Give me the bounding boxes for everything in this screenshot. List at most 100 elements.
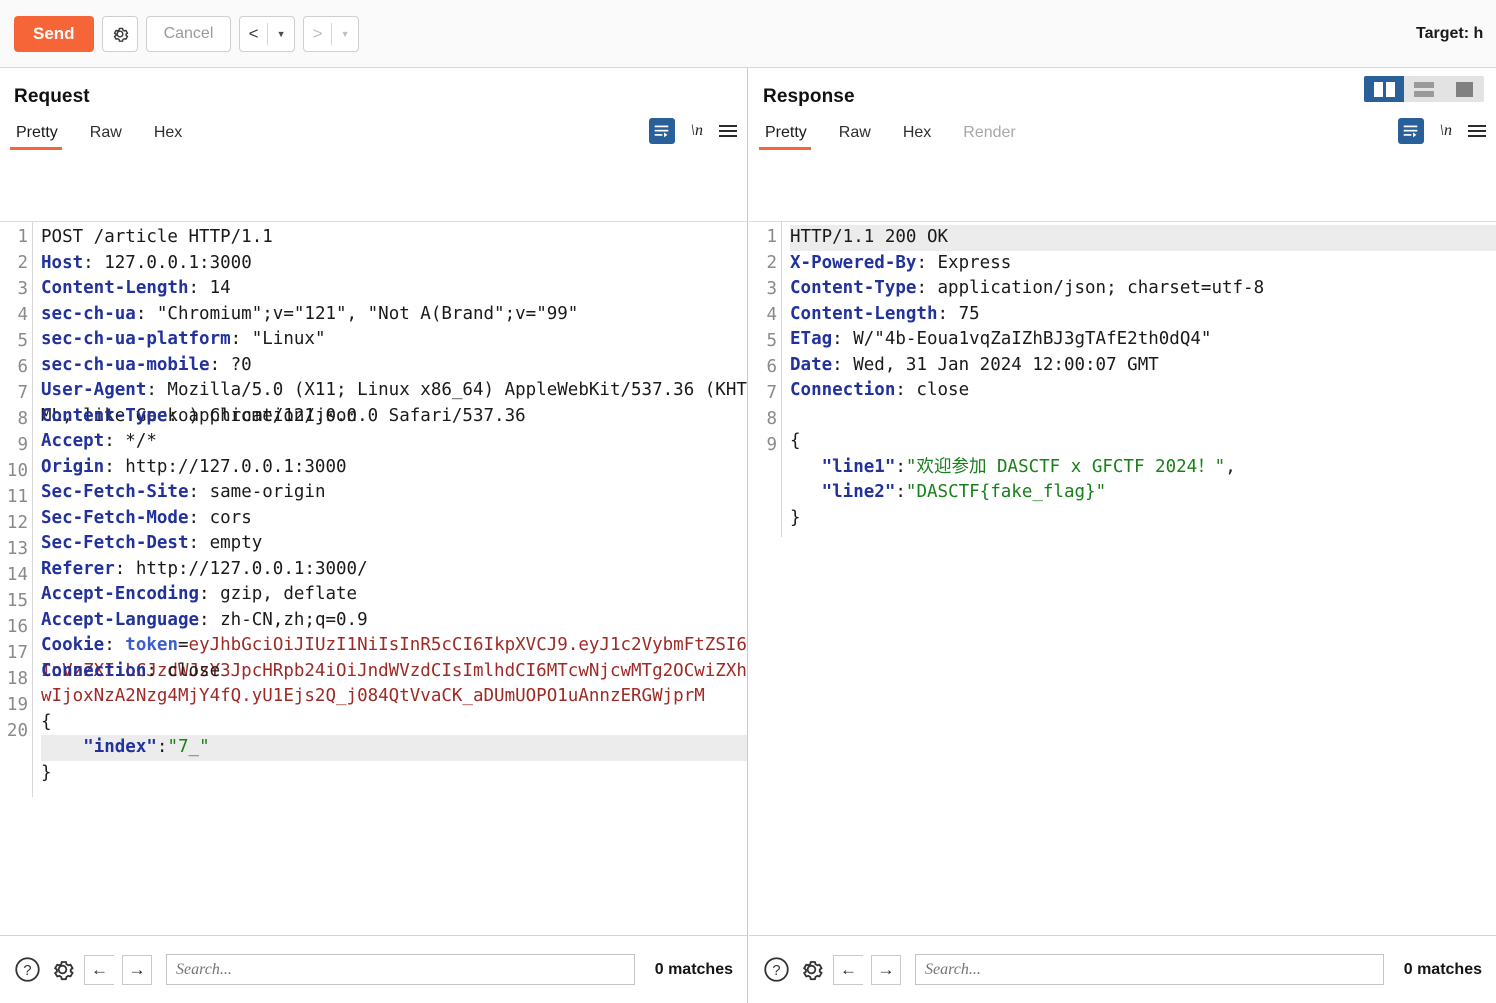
line-number: 1 (17, 227, 28, 247)
line-number: 17 (6, 643, 28, 663)
line-number: 13 (6, 539, 28, 559)
line-number: 3 (766, 279, 777, 299)
gear-icon[interactable] (798, 956, 825, 983)
request-title: Request (14, 86, 90, 107)
layout-side-by-side-button[interactable] (1364, 76, 1404, 102)
send-button[interactable]: Send (14, 15, 94, 52)
word-wrap-icon[interactable] (648, 118, 675, 144)
search-next-button[interactable]: → (871, 954, 901, 985)
response-match-count: 0 matches (1403, 960, 1482, 978)
request-tabbar: Pretty Raw Hex \n (0, 108, 747, 150)
code-line: Content-Length: 75 (790, 303, 980, 324)
prev-arrow-icon: < (248, 23, 259, 43)
response-search-input[interactable] (915, 954, 1384, 985)
line-number: 4 (17, 305, 28, 325)
tab-response-pretty[interactable]: Pretty (759, 118, 820, 150)
line-number (749, 459, 781, 485)
code-line: sec-ch-ua-mobile: ?0 (41, 354, 252, 375)
line-number: 9 (766, 435, 777, 455)
two-rows-icon (1414, 81, 1434, 97)
code-line: } (41, 762, 52, 783)
help-icon[interactable]: ? (14, 956, 41, 983)
request-search-input[interactable] (166, 954, 635, 985)
repeater-toolbar: Send Cancel < ▼ > ▼ Target: h (0, 0, 1496, 68)
layout-toggle-group (1364, 76, 1484, 102)
two-columns-icon (1373, 81, 1395, 97)
line-number: 5 (17, 331, 28, 351)
line-number: 6 (766, 357, 777, 377)
tab-request-pretty[interactable]: Pretty (10, 118, 71, 150)
code-line: User-Agent: Mozilla/5.0 (X11; Linux x86_… (41, 380, 747, 426)
code-line: } (790, 507, 801, 528)
tab-request-hex[interactable]: Hex (152, 118, 195, 150)
code-line: { (790, 431, 801, 451)
request-editor[interactable]: 1 2 3 4 5 6 7 8 9 10 11 12 13 14 15 16 17 18 19 20 POST /ar… (0, 221, 747, 935)
response-tabbar: Pretty Raw Hex Render \n (749, 108, 1496, 150)
line-number: 2 (766, 253, 777, 273)
request-panel: Request Pretty Raw Hex \n 1 2 3 4 5 6 7 … (0, 68, 747, 1003)
word-wrap-icon[interactable] (1397, 118, 1424, 144)
prev-request-button[interactable]: < ▼ (239, 15, 296, 52)
code-line: sec-ch-ua: "Chromium";v="121", "Not A(Br… (41, 303, 579, 324)
code-line: Connection: close (790, 380, 970, 400)
request-match-count: 0 matches (654, 960, 733, 978)
line-number: 7 (766, 383, 777, 403)
help-icon[interactable]: ? (763, 956, 790, 983)
line-number: 3 (17, 279, 28, 299)
line-number: 19 (6, 695, 28, 715)
tab-response-raw[interactable]: Raw (837, 118, 884, 150)
cancel-button[interactable]: Cancel (145, 15, 232, 52)
line-number: 11 (6, 487, 28, 507)
hamburger-menu-icon[interactable] (1468, 125, 1486, 137)
request-tab-tools: \n (648, 118, 737, 150)
line-number: 2 (17, 253, 28, 273)
code-line: Accept-Language: zh-CN,zh;q=0.9 (41, 609, 368, 630)
code-line: Host: 127.0.0.1:3000 (41, 252, 252, 273)
svg-text:?: ? (23, 963, 31, 979)
response-code[interactable]: HTTP/1.1 200 OK X-Powered-By: Express Cont… (782, 222, 1496, 537)
code-line: sec-ch-ua-platform: "Linux" (41, 329, 326, 349)
chevron-down-icon: ▼ (340, 28, 350, 39)
tab-response-hex[interactable]: Hex (901, 118, 944, 150)
line-number: 1 (766, 227, 777, 247)
layout-stacked-button[interactable] (1404, 76, 1444, 102)
code-line: Date: Wed, 31 Jan 2024 12:00:07 GMT (790, 354, 1159, 375)
code-line: ETag: W/"4b-Eoua1vqZaIZhBJ3gTAfE2th0dQ4" (790, 329, 1212, 349)
layout-single-button[interactable] (1444, 76, 1484, 102)
line-number: 9 (17, 435, 28, 455)
toolbar-left-group: Send Cancel < ▼ > ▼ (0, 15, 360, 52)
line-number: 8 (766, 409, 777, 429)
code-line: Accept: */* (41, 431, 157, 451)
search-prev-button[interactable]: ← (84, 954, 114, 985)
line-number: 18 (6, 669, 28, 689)
response-editor[interactable]: 1 2 3 4 5 6 7 8 9 HTTP/1.1 200 OK X-Powered-By: E… (749, 221, 1496, 935)
code-line: HTTP/1.1 200 OK (790, 225, 1496, 251)
request-code[interactable]: POST /article HTTP/1.1 Host: 127.0.0.1:30… (33, 222, 747, 797)
line-number (749, 511, 781, 537)
settings-gear-button[interactable] (101, 15, 138, 52)
search-next-button[interactable]: → (122, 954, 152, 985)
response-panel: Response Pretty Raw Hex Render \n 1 2 3 … (749, 68, 1496, 1003)
code-line: "line1":"欢迎参加 DASCTF x GFCTF 2024！", (821, 456, 1236, 477)
response-tab-tools: \n (1397, 118, 1486, 150)
line-number: 14 (6, 565, 28, 585)
request-search-bar: ? ← → 0 matches (0, 935, 747, 1003)
response-line-numbers: 1 2 3 4 5 6 7 8 9 (749, 222, 782, 537)
tab-response-render: Render (963, 124, 1016, 141)
search-prev-button[interactable]: ← (833, 954, 863, 985)
code-line: Content-Length: 14 (41, 278, 231, 298)
request-line-numbers: 1 2 3 4 5 6 7 8 9 10 11 12 13 14 15 16 17 18 19 20 (0, 222, 33, 797)
tab-request-raw[interactable]: Raw (88, 118, 135, 150)
line-number: 20 (6, 721, 28, 741)
line-number (749, 485, 781, 511)
target-label: Target: h (1416, 24, 1484, 42)
gear-icon[interactable] (49, 956, 76, 983)
newline-toggle-icon[interactable]: \n (691, 122, 703, 140)
next-request-button[interactable]: > ▼ (303, 15, 360, 52)
panels-container: Request Pretty Raw Hex \n 1 2 3 4 5 6 7 … (0, 68, 1496, 1003)
newline-toggle-icon[interactable]: \n (1440, 122, 1452, 140)
code-line: Sec-Fetch-Dest: empty (41, 533, 263, 553)
line-number: 6 (17, 357, 28, 377)
hamburger-menu-icon[interactable] (719, 125, 737, 137)
